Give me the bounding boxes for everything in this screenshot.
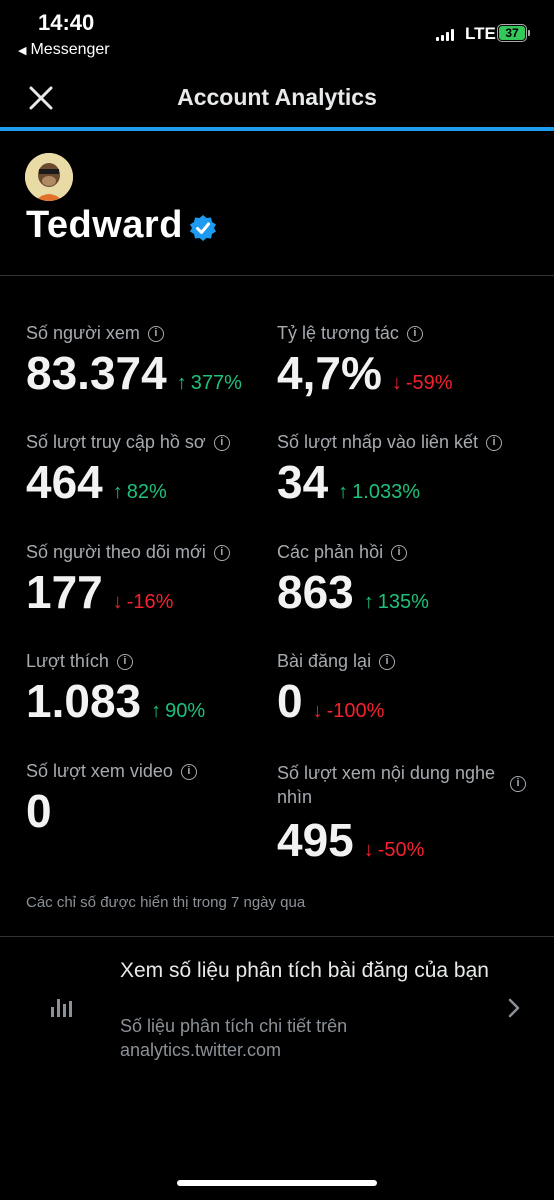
arrow-down-icon: ↓	[112, 591, 123, 613]
metric-delta: ↓ -100%	[312, 700, 385, 722]
metric-delta: ↓ -50%	[363, 839, 425, 861]
metric-link-clicks: Số lượt nhấp vào liên kết i 34 ↑ 1.033%	[277, 432, 537, 509]
chevron-right-icon	[508, 998, 520, 1018]
profile-name: Tedward	[26, 204, 183, 246]
divider	[0, 936, 554, 937]
metric-value: 177	[26, 566, 103, 618]
metric-profile-visits: Số lượt truy cập hồ sơ i 464 ↑ 82%	[26, 432, 286, 509]
status-bar: 14:40 ◀ Messenger LTE 37	[0, 0, 554, 70]
metric-value: 0	[277, 675, 303, 727]
info-icon[interactable]: i	[485, 434, 502, 451]
metric-viewers: Số người xem i 83.374 ↑ 377%	[26, 323, 286, 400]
info-icon[interactable]: i	[391, 544, 408, 561]
back-triangle-icon: ◀	[18, 44, 27, 57]
link-title: Xem số liệu phân tích bài đăng của bạn	[120, 959, 489, 982]
metrics-footnote: Các chỉ số được hiển thị trong 7 ngày qu…	[26, 894, 306, 911]
battery-cap	[528, 30, 530, 36]
info-icon[interactable]: i	[116, 653, 133, 670]
info-icon[interactable]: i	[147, 325, 164, 342]
metric-label: Các phản hồi i	[277, 542, 537, 563]
metric-value: 34	[277, 456, 329, 508]
info-icon[interactable]: i	[406, 325, 423, 342]
metric-likes: Lượt thích i 1.083 ↑ 90%	[26, 651, 286, 728]
info-icon[interactable]: i	[180, 763, 197, 780]
arrow-up-icon: ↑	[176, 372, 187, 394]
metric-delta: ↓ -16%	[112, 591, 174, 613]
metric-label: Số người theo dõi mới i	[26, 542, 286, 563]
metric-label: Số lượt nhấp vào liên kết i	[277, 432, 537, 453]
battery-icon: 37	[497, 24, 527, 42]
arrow-down-icon: ↓	[363, 839, 374, 861]
arrow-down-icon: ↓	[391, 372, 402, 394]
info-icon[interactable]: i	[213, 544, 230, 561]
back-to-app-link[interactable]: ◀ Messenger	[18, 41, 110, 59]
metric-delta: ↑ 82%	[112, 481, 167, 503]
metric-engagement-rate: Tỷ lệ tương tác i 4,7% ↓ -59%	[277, 323, 537, 400]
page-title: Account Analytics	[177, 84, 377, 110]
arrow-up-icon: ↑	[151, 700, 162, 722]
status-time: 14:40	[38, 10, 95, 35]
metric-value: 0	[26, 785, 52, 837]
metric-delta: ↑ 377%	[176, 372, 242, 394]
network-label: LTE	[465, 24, 496, 43]
metric-video-views: Số lượt xem video i 0	[26, 761, 286, 838]
arrow-up-icon: ↑	[363, 591, 374, 613]
home-indicator[interactable]	[177, 1180, 377, 1186]
metric-value: 464	[26, 456, 103, 508]
metric-delta: ↑ 1.033%	[338, 481, 421, 503]
metric-label: Lượt thích i	[26, 651, 286, 672]
metric-label: Số lượt xem nội dung nghe nhìn	[277, 763, 495, 807]
arrow-up-icon: ↑	[338, 481, 349, 503]
metric-delta: ↓ -59%	[391, 372, 453, 394]
metric-value: 4,7%	[277, 347, 382, 399]
header: Account Analytics	[0, 70, 554, 128]
metric-media-views: Số lượt xem nội dung nghe nhìn 495 ↓ -50%	[277, 761, 537, 867]
metric-reposts: Bài đăng lại i 0 ↓ -100%	[277, 651, 537, 728]
account-analytics-screen: 14:40 ◀ Messenger LTE 37 Account Analyti…	[0, 0, 554, 1200]
metric-label: Số người xem i	[26, 323, 286, 344]
arrow-up-icon: ↑	[112, 481, 123, 503]
metric-replies: Các phản hồi i 863 ↑ 135%	[277, 542, 537, 619]
metric-value: 863	[277, 566, 354, 618]
link-subtitle: Số liệu phân tích chi tiết trên analytic…	[120, 1016, 348, 1060]
avatar[interactable]	[25, 153, 73, 201]
metric-value: 1.083	[26, 675, 142, 727]
metric-value: 495	[277, 814, 354, 866]
signal-icon	[436, 27, 454, 41]
bar-chart-icon	[51, 997, 72, 1017]
metric-label: Số lượt truy cập hồ sơ i	[26, 432, 286, 453]
profile-name-row: Tedward	[26, 204, 217, 247]
metric-label: Tỷ lệ tương tác i	[277, 323, 537, 344]
post-analytics-link[interactable]: Xem số liệu phân tích bài đăng của bạn S…	[0, 950, 554, 1070]
info-icon[interactable]: i	[379, 653, 396, 670]
metric-value: 83.374	[26, 347, 167, 399]
battery-level: 37	[499, 26, 525, 40]
divider	[0, 275, 554, 276]
header-accent-line	[0, 127, 554, 131]
info-icon[interactable]: i	[510, 776, 526, 792]
back-app-label: Messenger	[30, 41, 110, 58]
metric-new-followers: Số người theo dõi mới i 177 ↓ -16%	[26, 542, 286, 619]
metric-label: Bài đăng lại i	[277, 651, 537, 672]
info-icon[interactable]: i	[213, 434, 230, 451]
metric-delta: ↑ 135%	[363, 591, 429, 613]
arrow-down-icon: ↓	[312, 700, 323, 722]
verified-badge-icon	[189, 214, 216, 241]
ape-avatar-icon	[25, 153, 73, 201]
metric-label: Số lượt xem video i	[26, 761, 286, 782]
metric-delta: ↑ 90%	[151, 700, 206, 722]
